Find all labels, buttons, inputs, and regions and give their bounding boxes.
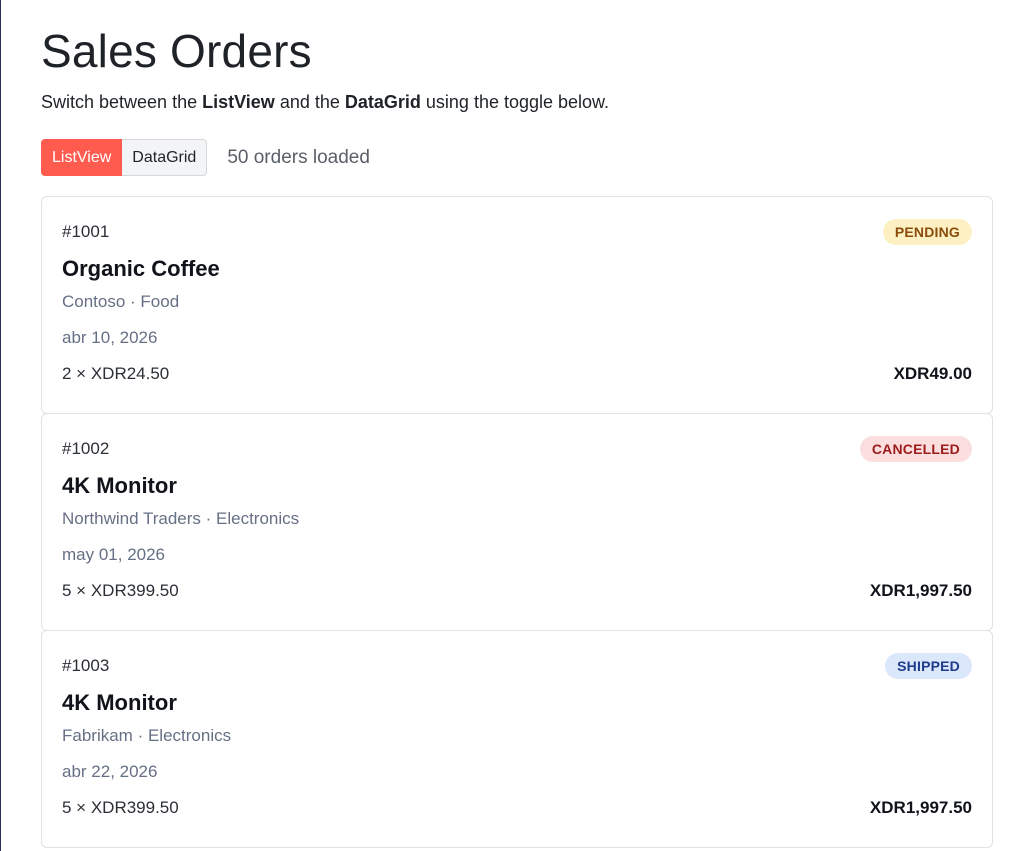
intro-datagrid: DataGrid bbox=[344, 92, 421, 112]
order-total: XDR49.00 bbox=[893, 364, 972, 383]
customer-category: Fabrikam · Electronics bbox=[62, 726, 232, 745]
status-badge: PENDING bbox=[882, 218, 972, 245]
intro-middle: and the bbox=[274, 92, 345, 112]
orders-count: 50 orders loaded bbox=[227, 146, 370, 168]
order-id: #1001 bbox=[62, 221, 110, 241]
order-card[interactable]: #1003 SHIPPED 4K Monitor Fabrikam · Elec… bbox=[41, 630, 993, 848]
page-title: Sales Orders bbox=[41, 25, 312, 77]
order-date: abr 10, 2026 bbox=[62, 328, 158, 347]
order-total: XDR1,997.50 bbox=[869, 798, 972, 817]
page: Sales Orders Switch between the ListView… bbox=[1, 0, 1021, 848]
quantity-price: 5 × XDR399.50 bbox=[62, 581, 179, 600]
listview-toggle-button[interactable]: ListView bbox=[41, 139, 123, 176]
intro-listview: ListView bbox=[202, 92, 275, 112]
order-card[interactable]: #1001 PENDING Organic Coffee Contoso · F… bbox=[41, 196, 993, 414]
datagrid-toggle-button[interactable]: DataGrid bbox=[122, 139, 208, 176]
view-toolbar: ListView DataGrid 50 orders loaded bbox=[41, 139, 993, 176]
quantity-price: 5 × XDR399.50 bbox=[62, 798, 179, 817]
view-toggle: ListView DataGrid bbox=[41, 139, 208, 176]
order-id: #1003 bbox=[62, 655, 110, 675]
order-date: may 01, 2026 bbox=[62, 545, 166, 564]
customer-category: Northwind Traders · Electronics bbox=[62, 509, 300, 528]
order-date: abr 22, 2026 bbox=[62, 762, 158, 781]
status-badge: SHIPPED bbox=[885, 652, 972, 679]
order-id: #1002 bbox=[62, 438, 110, 458]
customer-category: Contoso · Food bbox=[62, 292, 180, 311]
order-total: XDR1,997.50 bbox=[869, 581, 972, 600]
quantity-price: 2 × XDR24.50 bbox=[62, 364, 170, 383]
product-name: 4K Monitor bbox=[62, 690, 177, 715]
product-name: Organic Coffee bbox=[62, 256, 220, 281]
product-name: 4K Monitor bbox=[62, 473, 177, 498]
intro-prefix: Switch between the bbox=[41, 92, 203, 112]
intro-text: Switch between the ListView and the Data… bbox=[41, 89, 993, 115]
intro-suffix: using the toggle below. bbox=[420, 92, 610, 112]
status-badge: CANCELLED bbox=[859, 435, 972, 462]
orders-list: #1001 PENDING Organic Coffee Contoso · F… bbox=[41, 196, 993, 848]
order-card[interactable]: #1002 CANCELLED 4K Monitor Northwind Tra… bbox=[41, 413, 993, 631]
